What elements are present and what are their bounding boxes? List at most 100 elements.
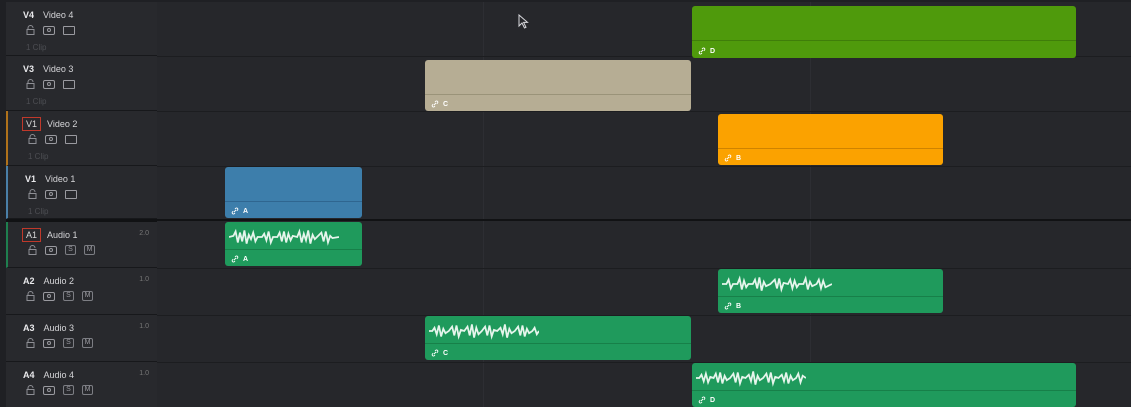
clip-divider <box>692 390 1076 391</box>
link-icon <box>698 47 706 55</box>
audio-waveform <box>696 370 806 387</box>
link-icon <box>231 255 239 263</box>
track-name[interactable]: Video 3 <box>43 64 73 74</box>
lock-icon[interactable] <box>28 134 37 144</box>
clip-count: 1 Clip <box>26 97 47 106</box>
track-id[interactable]: V3 <box>20 63 37 75</box>
track-header-v1[interactable]: V1 Video 1 1 Clip <box>6 166 157 219</box>
lock-icon[interactable] <box>26 385 35 395</box>
lock-icon[interactable] <box>28 245 37 255</box>
clip-divider <box>425 94 691 95</box>
lane-divider <box>157 268 1131 269</box>
eye-icon[interactable] <box>43 79 55 89</box>
track-headers: V4 Video 4 1 Clip V3 Video 3 1 Clip V1 V… <box>6 2 158 407</box>
link-icon <box>724 154 732 162</box>
audio-waveform <box>429 324 539 340</box>
solo-button[interactable]: S <box>63 385 74 395</box>
mute-button[interactable]: M <box>84 245 95 255</box>
video-clip-b[interactable]: B <box>718 114 943 165</box>
clip-divider <box>225 201 362 202</box>
track-header-v4[interactable]: V4 Video 4 1 Clip <box>6 2 157 56</box>
track-header-a1[interactable]: A1 Audio 1 2.0 S M <box>6 222 157 268</box>
eye-icon[interactable] <box>43 385 55 395</box>
clip-count: 1 Clip <box>28 207 49 216</box>
audio-clip-a[interactable]: A <box>225 222 362 266</box>
eye-icon[interactable] <box>45 189 57 199</box>
clip-name: B <box>736 302 742 310</box>
channel-format: 1.0 <box>139 276 149 283</box>
clip-label: A <box>231 207 248 215</box>
screen-icon[interactable] <box>65 134 77 144</box>
track-header-v2[interactable]: V1 Video 2 1 Clip <box>6 111 157 166</box>
eye-icon[interactable] <box>45 245 57 255</box>
track-header-a2[interactable]: A2 Audio 2 1.0 S M <box>6 268 157 315</box>
track-header-a4[interactable]: A4 Audio 4 1.0 S M <box>6 362 157 407</box>
clip-name: C <box>443 349 449 357</box>
clip-divider <box>718 296 943 297</box>
video-clip-a[interactable]: A <box>225 167 362 218</box>
clip-name: C <box>443 100 449 108</box>
eye-icon[interactable] <box>45 134 57 144</box>
channel-format: 1.0 <box>139 323 149 330</box>
video-clip-c[interactable]: C <box>425 60 691 111</box>
clip-name: D <box>710 396 716 404</box>
eye-icon[interactable] <box>43 338 55 348</box>
clip-name: B <box>736 154 742 162</box>
track-name[interactable]: Video 4 <box>43 10 73 20</box>
audio-clip-c[interactable]: C <box>425 316 691 360</box>
channel-format: 2.0 <box>139 230 149 237</box>
lock-icon[interactable] <box>26 25 35 35</box>
link-icon <box>698 396 706 404</box>
solo-button[interactable]: S <box>63 338 74 348</box>
track-name[interactable]: Video 1 <box>45 174 75 184</box>
audio-clip-d[interactable]: D <box>692 363 1076 407</box>
track-header-a3[interactable]: A3 Audio 3 1.0 S M <box>6 315 157 362</box>
track-name[interactable]: Audio 2 <box>44 276 75 286</box>
mute-button[interactable]: M <box>82 385 93 395</box>
grid-line <box>810 2 811 407</box>
clip-label: B <box>724 302 741 310</box>
audio-waveform <box>722 275 832 293</box>
audio-clip-b[interactable]: B <box>718 269 943 313</box>
track-id[interactable]: V1 <box>22 173 39 185</box>
clip-divider <box>692 40 1076 41</box>
mute-button[interactable]: M <box>82 338 93 348</box>
track-id[interactable]: A3 <box>20 322 38 334</box>
clip-divider <box>718 148 943 149</box>
solo-button[interactable]: S <box>65 245 76 255</box>
video-audio-divider <box>157 219 1131 221</box>
link-icon <box>724 302 732 310</box>
track-name[interactable]: Audio 4 <box>44 370 75 380</box>
lane-divider <box>157 111 1131 112</box>
link-icon <box>431 349 439 357</box>
track-name[interactable]: Audio 1 <box>47 230 78 240</box>
link-icon <box>231 207 239 215</box>
lock-icon[interactable] <box>26 79 35 89</box>
solo-button[interactable]: S <box>63 291 74 301</box>
eye-icon[interactable] <box>43 25 55 35</box>
lock-icon[interactable] <box>26 338 35 348</box>
mute-button[interactable]: M <box>82 291 93 301</box>
track-id[interactable]: V4 <box>20 9 37 21</box>
track-id[interactable]: A2 <box>20 275 38 287</box>
track-id[interactable]: V1 <box>22 117 42 131</box>
lock-icon[interactable] <box>28 189 37 199</box>
screen-icon[interactable] <box>65 189 77 199</box>
clip-label: C <box>431 349 448 357</box>
track-id[interactable]: A1 <box>22 228 42 242</box>
audio-waveform <box>229 228 339 246</box>
video-clip-d[interactable]: D <box>692 6 1076 58</box>
track-name[interactable]: Video 2 <box>47 119 77 129</box>
lock-icon[interactable] <box>26 291 35 301</box>
eye-icon[interactable] <box>43 291 55 301</box>
screen-icon[interactable] <box>63 79 75 89</box>
clip-label: C <box>431 100 448 108</box>
screen-icon[interactable] <box>63 25 75 35</box>
clip-label: A <box>231 255 248 263</box>
clip-divider <box>425 343 691 344</box>
track-header-v3[interactable]: V3 Video 3 1 Clip <box>6 56 157 111</box>
track-id[interactable]: A4 <box>20 369 38 381</box>
track-name[interactable]: Audio 3 <box>44 323 75 333</box>
clip-label: D <box>698 47 715 55</box>
clip-count: 1 Clip <box>26 43 47 52</box>
